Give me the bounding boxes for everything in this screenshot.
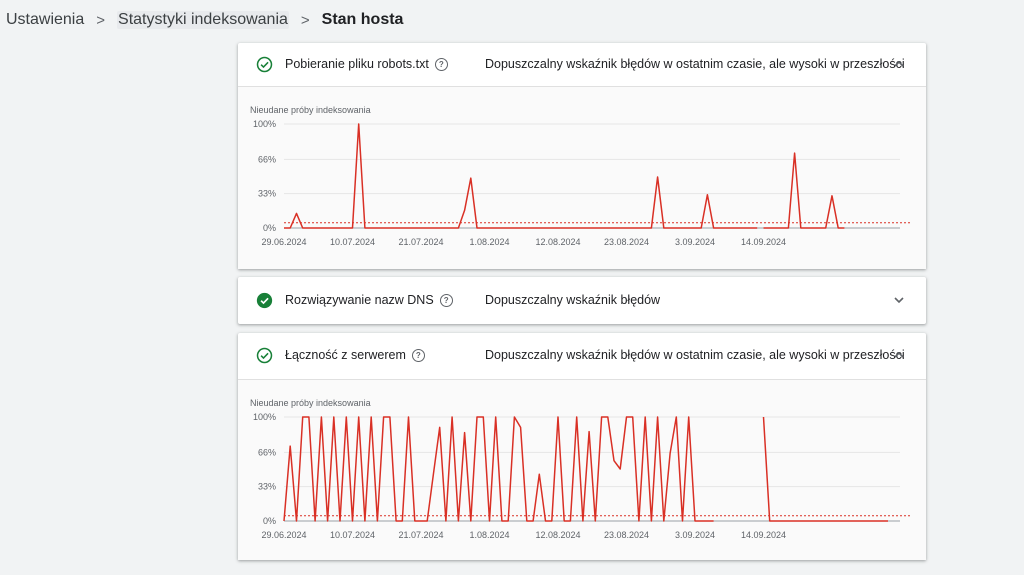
- chevron-up-icon[interactable]: [892, 348, 906, 362]
- card-title: Łączność z serwerem?: [285, 348, 425, 362]
- chart-x-tick-label: 29.06.2024: [261, 530, 306, 540]
- card-status-description: Dopuszczalny wskaźnik błędów: [485, 293, 661, 307]
- chart-x-tick-label: 21.07.2024: [398, 237, 443, 247]
- card-server-connectivity: Łączność z serwerem? Dopuszczalny wskaźn…: [238, 333, 926, 560]
- card-title: Pobieranie pliku robots.txt?: [285, 57, 448, 71]
- chart-x-tick-label: 10.07.2024: [330, 237, 375, 247]
- breadcrumb-chevron-icon: >: [300, 11, 310, 29]
- chart-x-tick-label: 3.09.2024: [675, 237, 715, 247]
- card-status-description: Dopuszczalny wskaźnik błędów w ostatnim …: [485, 348, 905, 362]
- chart-x-tick-label: 14.09.2024: [741, 237, 786, 247]
- check-circle-outline-icon: [256, 347, 273, 364]
- chart-y-axis-label: Nieudane próby indeksowania: [250, 105, 371, 115]
- help-icon[interactable]: ?: [434, 58, 448, 71]
- chart-y-axis-label: Nieudane próby indeksowania: [250, 398, 371, 408]
- chevron-down-icon[interactable]: [892, 293, 906, 307]
- card-header-server-connectivity[interactable]: Łączność z serwerem? Dopuszczalny wskaźn…: [238, 333, 926, 379]
- breadcrumb-chevron-icon: >: [96, 11, 106, 29]
- card-title: Rozwiązywanie nazw DNS?: [285, 293, 453, 307]
- chart-x-tick-label: 23.08.2024: [604, 530, 649, 540]
- chart-x-tick-label: 29.06.2024: [261, 237, 306, 247]
- breadcrumb-settings[interactable]: Ustawienia: [6, 11, 84, 29]
- chart-x-tick-label: 21.07.2024: [398, 530, 443, 540]
- card-dns: Rozwiązywanie nazw DNS? Dopuszczalny wsk…: [238, 277, 926, 324]
- line-chart-server-connectivity: Nieudane próby indeksowania 100% 66% 33% 0% 2…: [250, 398, 912, 540]
- help-icon[interactable]: ?: [439, 294, 453, 307]
- chart-x-tick-label: 3.09.2024: [675, 530, 715, 540]
- breadcrumb: Ustawienia > Statystyki indeksowania > S…: [0, 0, 1024, 40]
- card-robots-txt: Pobieranie pliku robots.txt? Dopuszczaln…: [238, 43, 926, 269]
- chart-server-connectivity: Nieudane próby indeksowania 100% 66% 33% 0% 2…: [238, 379, 926, 560]
- check-circle-filled-icon: [256, 292, 273, 309]
- chart-y-tick-label: 100%: [253, 412, 276, 422]
- chart-y-tick-label: 66%: [258, 447, 276, 457]
- card-header-robots-txt[interactable]: Pobieranie pliku robots.txt? Dopuszczaln…: [238, 43, 926, 86]
- chart-y-tick-label: 33%: [258, 189, 276, 199]
- chart-y-tick-label: 0%: [263, 223, 276, 233]
- help-icon[interactable]: ?: [411, 349, 425, 362]
- chart-y-tick-label: 33%: [258, 482, 276, 492]
- line-chart-robots-txt: Nieudane próby indeksowania 100% 66% 33% 0% 2…: [250, 105, 912, 247]
- chart-y-tick-label: 100%: [253, 119, 276, 129]
- breadcrumb-host-status: Stan hosta: [321, 11, 404, 28]
- chart-x-tick-label: 23.08.2024: [604, 237, 649, 247]
- chart-series-line: [284, 123, 758, 229]
- chart-y-tick-label: 0%: [263, 516, 276, 526]
- chart-series-line: [762, 416, 888, 522]
- chart-x-tick-label: 1.08.2024: [469, 530, 509, 540]
- card-header-dns[interactable]: Rozwiązywanie nazw DNS? Dopuszczalny wsk…: [238, 277, 926, 324]
- chart-series-line: [763, 152, 845, 229]
- card-status-description: Dopuszczalny wskaźnik błędów w ostatnim …: [485, 57, 905, 71]
- breadcrumb-crawl-stats[interactable]: Statystyki indeksowania: [117, 11, 289, 29]
- chart-x-tick-label: 1.08.2024: [469, 237, 509, 247]
- chart-series-line: [283, 416, 714, 522]
- chart-x-tick-label: 10.07.2024: [330, 530, 375, 540]
- chart-y-tick-label: 66%: [258, 154, 276, 164]
- chart-x-tick-label: 14.09.2024: [741, 530, 786, 540]
- chart-robots-txt: Nieudane próby indeksowania 100% 66% 33% 0% 2…: [238, 86, 926, 269]
- chart-x-tick-label: 12.08.2024: [535, 237, 580, 247]
- chart-x-tick-label: 12.08.2024: [535, 530, 580, 540]
- chevron-up-icon[interactable]: [892, 57, 906, 71]
- check-circle-outline-icon: [256, 56, 273, 73]
